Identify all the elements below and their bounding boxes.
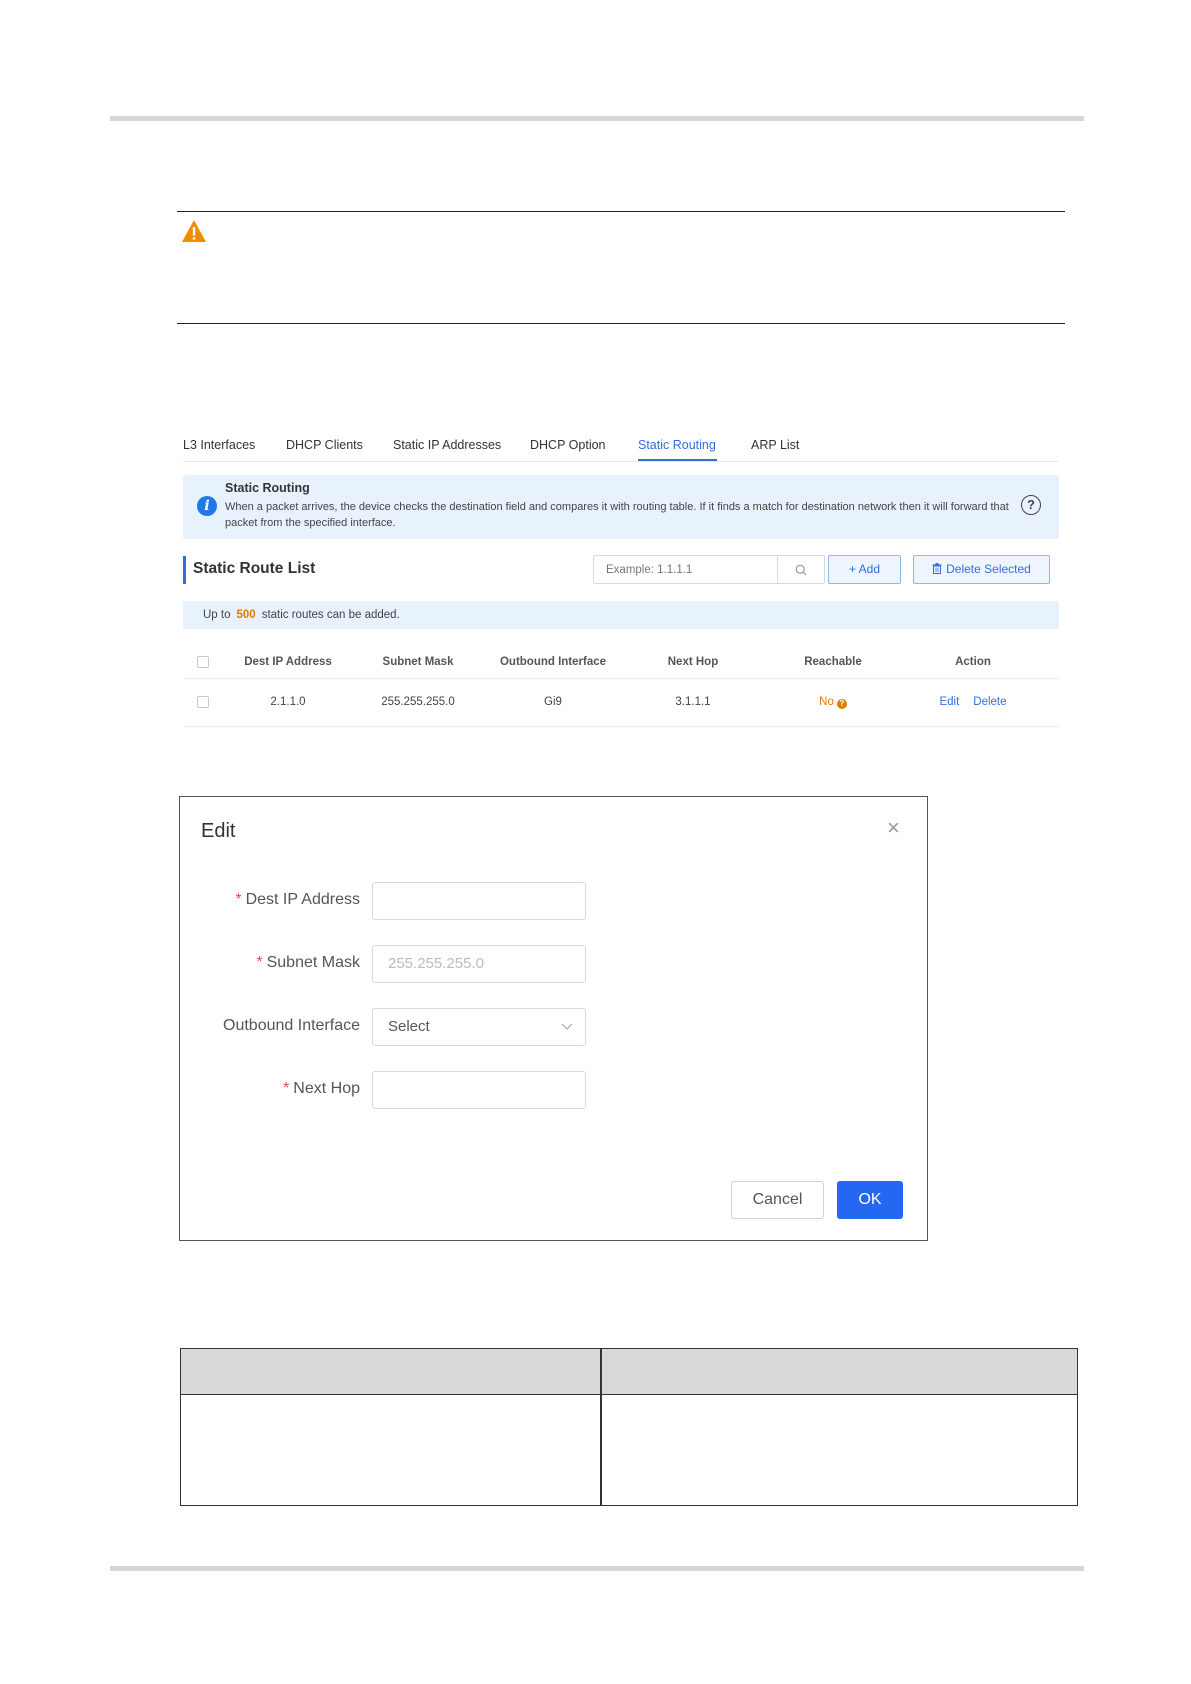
- reachable-status: No: [819, 696, 834, 708]
- dialog-title: Edit: [201, 820, 236, 842]
- dest-ip-label: * Dest IP Address: [235, 891, 360, 908]
- add-button[interactable]: + Add: [828, 555, 901, 584]
- delete-selected-button[interactable]: Delete Selected: [913, 555, 1050, 584]
- limit-notice: Up to 500 static routes can be added.: [183, 601, 1059, 629]
- section-marker: [183, 556, 186, 584]
- tab-l3-interfaces[interactable]: L3 Interfaces: [183, 438, 255, 452]
- dest-ip-input[interactable]: [372, 882, 586, 920]
- ok-button[interactable]: OK: [837, 1181, 903, 1219]
- document-table-header: [181, 1349, 1077, 1395]
- help-icon[interactable]: ?: [1021, 495, 1041, 515]
- document-table: [180, 1348, 1078, 1506]
- page-header-rule: [110, 116, 1084, 121]
- select-all-checkbox[interactable]: [197, 656, 209, 668]
- select-value: Select: [388, 1018, 430, 1035]
- outbound-interface-select[interactable]: Select: [372, 1008, 586, 1046]
- cell-interface: Gi9: [544, 696, 562, 708]
- route-table-header: Dest IP Address Subnet Mask Outbound Int…: [183, 645, 1059, 679]
- tab-dhcp-clients[interactable]: DHCP Clients: [286, 438, 363, 452]
- cell-subnet-mask: 255.255.255.0: [381, 696, 455, 708]
- row-checkbox[interactable]: [197, 696, 209, 708]
- cell-next-hop: 3.1.1.1: [675, 696, 711, 708]
- edit-link[interactable]: Edit: [939, 696, 959, 708]
- info-description: When a packet arrives, the device checks…: [225, 501, 1009, 529]
- next-hop-input[interactable]: [372, 1071, 586, 1109]
- table-row: 2.1.1.0 255.255.255.0 Gi9 3.1.1.1 No? Ed…: [183, 680, 1059, 727]
- next-hop-label: * Next Hop: [283, 1080, 360, 1097]
- delete-selected-label: Delete Selected: [946, 562, 1031, 576]
- column-header: Subnet Mask: [382, 656, 454, 668]
- edit-dialog: Edit × * Dest IP Address * Subnet Mask 255…: [179, 796, 928, 1241]
- cell-dest-ip: 2.1.1.0: [270, 696, 306, 708]
- column-header: Outbound Interface: [499, 656, 607, 668]
- outbound-interface-label: Outbound Interface: [223, 1017, 360, 1034]
- warning-icon: [182, 220, 206, 242]
- column-header: Reachable: [804, 656, 862, 668]
- cell-action: Edit Delete: [903, 680, 1043, 724]
- close-icon[interactable]: ×: [887, 817, 900, 839]
- section-title: Static Route List: [193, 560, 316, 577]
- subnet-mask-input[interactable]: 255.255.255.0: [372, 945, 586, 983]
- tab-bar: L3 Interfaces DHCP Clients Static IP Add…: [183, 432, 1059, 462]
- tab-arp-list[interactable]: ARP List: [751, 438, 799, 452]
- delete-link[interactable]: Delete: [973, 696, 1006, 708]
- warning-bottom-rule: [177, 323, 1065, 324]
- column-header: Dest IP Address: [244, 656, 332, 668]
- tab-dhcp-option[interactable]: DHCP Option: [530, 438, 606, 452]
- search-button[interactable]: [777, 555, 825, 584]
- info-title: Static Routing: [225, 481, 310, 495]
- question-icon[interactable]: ?: [836, 699, 847, 709]
- chevron-down-icon: [561, 1023, 573, 1030]
- warning-top-rule: [177, 211, 1065, 212]
- info-icon: i: [197, 496, 217, 516]
- cancel-button[interactable]: Cancel: [731, 1181, 824, 1219]
- column-header: Next Hop: [667, 656, 719, 668]
- active-tab-indicator: [638, 459, 717, 461]
- search-input[interactable]: [593, 555, 778, 584]
- subnet-mask-label: * Subnet Mask: [256, 954, 360, 971]
- tab-static-ip-addresses[interactable]: Static IP Addresses: [393, 438, 501, 452]
- limit-suffix: static routes can be added.: [261, 609, 400, 621]
- info-banner: i Static Routing When a packet arrives, …: [183, 475, 1059, 539]
- trash-icon: [932, 563, 942, 574]
- document-table-divider: [600, 1349, 602, 1505]
- page-footer-rule: [110, 1566, 1084, 1571]
- tab-static-routing[interactable]: Static Routing: [638, 438, 716, 452]
- cell-reachable: No?: [783, 680, 883, 724]
- column-header: Action: [955, 656, 991, 668]
- search-icon: [795, 564, 807, 576]
- limit-prefix: Up to: [203, 609, 231, 621]
- limit-value: 500: [236, 609, 256, 621]
